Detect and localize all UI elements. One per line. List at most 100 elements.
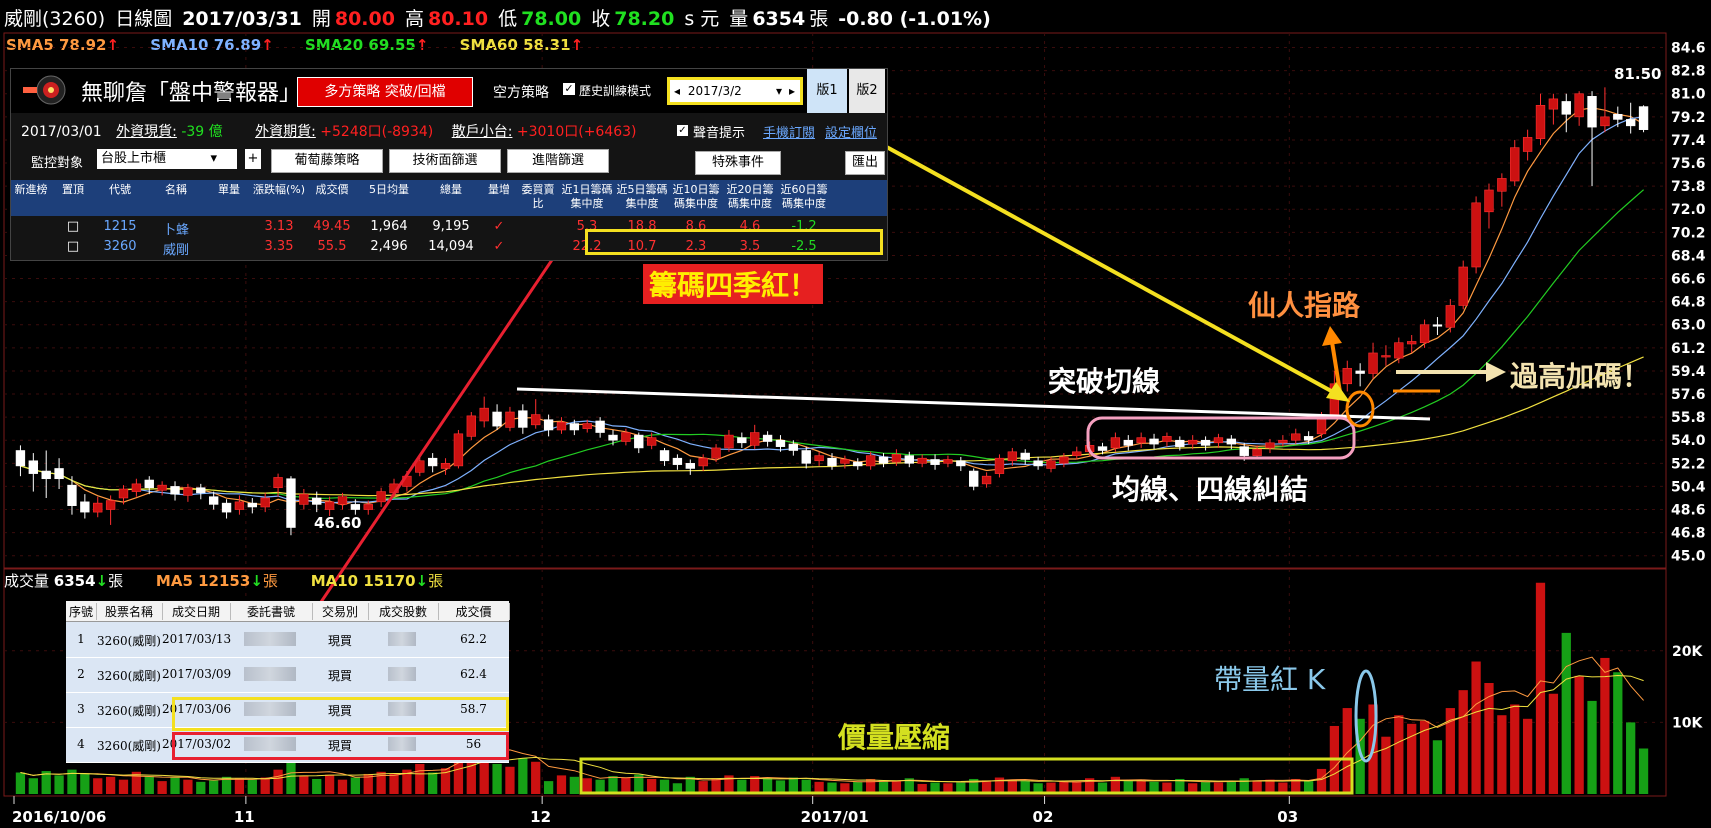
add-icon[interactable]: + xyxy=(245,149,261,169)
candle-body xyxy=(1407,341,1417,345)
volume-bar xyxy=(260,777,270,794)
volume-bar xyxy=(543,781,554,794)
candle-body xyxy=(531,414,541,426)
candle-body xyxy=(762,434,773,442)
candle-body xyxy=(1625,119,1636,127)
trade-header-cell: 委託書號 xyxy=(230,603,313,620)
table-header-cell[interactable]: 量增 xyxy=(481,183,517,197)
volume-bar xyxy=(183,779,193,794)
candle-body xyxy=(363,504,373,510)
date-picker[interactable]: ◂ 2017/3/2 ▾ ▸ xyxy=(667,77,803,105)
table-header-cell[interactable]: 代號 xyxy=(95,183,145,197)
mobile-subscribe-link[interactable]: 手機訂閱 xyxy=(763,122,815,141)
long-strategy-button[interactable]: 多方策略 突破/回檔 xyxy=(297,77,473,107)
export-button[interactable]: 匯出 xyxy=(845,151,885,175)
redacted-cell xyxy=(388,667,416,681)
advanced-filter-button[interactable]: 進階篩選 xyxy=(507,149,609,173)
table-header-cell[interactable]: 單量 xyxy=(207,183,251,197)
table-header-cell[interactable]: 委買賣比 xyxy=(517,183,559,211)
date-prev-icon[interactable]: ◂ xyxy=(674,84,680,98)
table-header-cell[interactable]: 近60日籌碼集中度 xyxy=(777,183,831,211)
table-header-cell[interactable]: 近20日籌碼集中度 xyxy=(723,183,777,211)
trade-cell: 62.2 xyxy=(460,632,487,646)
volume-bar xyxy=(337,779,348,794)
candle-body xyxy=(659,450,670,462)
candle-body xyxy=(1561,101,1571,115)
candle-body xyxy=(956,460,966,467)
monitor-select[interactable]: 台股上市櫃 ▾ xyxy=(97,149,237,169)
special-event-button[interactable]: 特殊事件 xyxy=(695,151,781,175)
volume-bar xyxy=(1510,704,1520,794)
candle-body xyxy=(247,502,257,508)
tab-version1[interactable]: 版1 xyxy=(807,69,847,113)
table-header-cell[interactable]: 近10日籌碼集中度 xyxy=(669,183,723,211)
candle-body xyxy=(221,502,232,513)
volume-bar xyxy=(1484,683,1494,794)
candle-body xyxy=(582,423,592,429)
chevron-down-icon[interactable]: ▾ xyxy=(776,80,782,102)
candle-body xyxy=(157,484,167,491)
candle-body xyxy=(518,410,528,428)
candle-body xyxy=(1188,439,1198,445)
volume-bar xyxy=(428,772,438,794)
tech-filter-button[interactable]: 技術面篩選 xyxy=(389,149,501,173)
candle-body xyxy=(1226,438,1237,445)
volume-bar xyxy=(144,776,154,794)
foreign-futures-value: +5248口(-8934) xyxy=(320,124,434,140)
table-header-cell[interactable]: 新進榜 xyxy=(11,183,51,197)
tangent-line xyxy=(516,387,1431,421)
table-header-cell[interactable]: 近1日籌碼集中度 xyxy=(559,183,615,211)
candle-body xyxy=(286,478,296,528)
pin-checkbox[interactable]: □ xyxy=(51,219,95,234)
trade-cell: 4 xyxy=(77,737,85,751)
price-tick-label: 55.8 xyxy=(1671,410,1706,426)
candle-body xyxy=(672,457,683,465)
table-header-cell[interactable]: 5日均量 xyxy=(357,183,421,197)
candle-body xyxy=(969,470,979,487)
candle-body xyxy=(28,460,39,474)
trade-row4-highlight xyxy=(172,732,509,760)
price-tick-label: 64.8 xyxy=(1671,295,1706,311)
compress-box xyxy=(579,757,1354,795)
trade-cell: 2017/03/09 xyxy=(162,667,232,681)
table-header-cell[interactable]: 名稱 xyxy=(145,183,207,197)
compress-label: 價量壓縮 xyxy=(838,721,951,754)
candle-body xyxy=(608,434,618,441)
candle-body xyxy=(144,479,154,489)
price-tick-label: 66.6 xyxy=(1671,272,1706,288)
candle-body xyxy=(930,459,940,465)
trade-cell: 現買 xyxy=(327,634,352,648)
pin-checkbox[interactable]: □ xyxy=(51,239,95,254)
date-next-icon[interactable]: ▸ xyxy=(789,80,795,102)
volume-bar xyxy=(1381,736,1391,794)
table-header-cell[interactable]: 成交價 xyxy=(307,183,357,197)
settings-link[interactable]: 設定欄位 xyxy=(825,122,877,141)
table-header-cell[interactable]: 置頂 xyxy=(51,183,95,197)
history-checkbox[interactable]: ✓ xyxy=(563,83,575,95)
candle-body xyxy=(54,468,64,480)
price-tick-label: 61.2 xyxy=(1671,341,1706,357)
candle-body xyxy=(853,461,863,467)
table-header-cell[interactable]: 總量 xyxy=(421,183,481,197)
grape-strategy-button[interactable]: 葡萄藤策略 xyxy=(271,149,383,173)
chevron-down-icon[interactable]: ▾ xyxy=(210,149,217,169)
short-strategy-label[interactable]: 空方策略 xyxy=(493,82,549,102)
guide-arrowhead xyxy=(1322,326,1342,346)
price-tick-label: 75.6 xyxy=(1671,156,1706,172)
trade-header-cell: 成交價 xyxy=(438,603,510,620)
table-header-cell[interactable]: 漲跌幅(%) xyxy=(251,183,307,197)
sound-checkbox[interactable]: ✓ xyxy=(677,125,688,136)
candle-body xyxy=(1291,433,1301,441)
candle-body xyxy=(1613,113,1623,120)
table-header-cell[interactable]: 近5日籌碼集中度 xyxy=(615,183,669,211)
candle-body xyxy=(1303,436,1314,441)
price-tick-label: 72.0 xyxy=(1671,202,1706,218)
candle-body xyxy=(917,457,927,464)
trade-cell: 現買 xyxy=(327,669,352,683)
trade-header-cell: 序號 xyxy=(66,603,97,620)
sma60-line xyxy=(20,356,1644,497)
candle-body xyxy=(646,437,657,446)
tab-version2[interactable]: 版2 xyxy=(849,69,885,113)
volume-bar xyxy=(505,766,515,794)
volume-bar xyxy=(1574,675,1584,794)
